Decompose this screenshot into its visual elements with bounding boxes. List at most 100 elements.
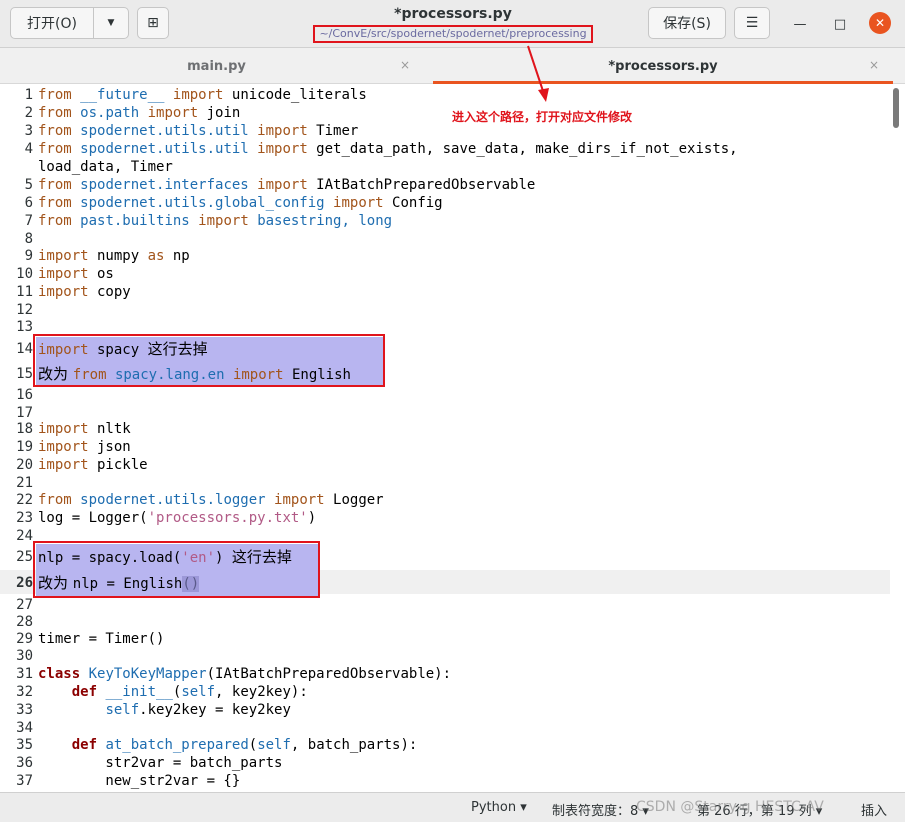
- new-document-icon: ⊞: [147, 15, 159, 31]
- window-title: *processors.py: [394, 6, 512, 22]
- tab-label: *processors.py: [608, 58, 718, 74]
- line-number: 11: [16, 284, 33, 300]
- code-token: json: [88, 439, 131, 455]
- code-token: .key2key = key2key: [139, 702, 291, 718]
- code-token: import: [38, 248, 89, 264]
- code-token: from: [38, 195, 72, 211]
- line-number: 20: [16, 457, 33, 473]
- code-token: import: [38, 439, 89, 455]
- code-token: log = Logger(: [38, 510, 148, 526]
- hamburger-menu-icon: ☰: [745, 15, 759, 31]
- line-number: 8: [24, 231, 33, 247]
- line-number: 7: [24, 213, 33, 229]
- maximize-button[interactable]: □: [830, 14, 850, 34]
- line-number: 15: [16, 366, 33, 382]
- red-highlight-box: [33, 334, 385, 387]
- red-highlight-box: [33, 541, 320, 598]
- code-token: KeyToKeyMapper: [88, 666, 207, 682]
- code-token: self: [105, 702, 140, 718]
- line-number: 28: [16, 614, 33, 630]
- vertical-scrollbar[interactable]: [893, 88, 899, 128]
- code-token: os: [88, 266, 114, 282]
- line-number: 31: [16, 666, 33, 682]
- tab-bar: main.py × *processors.py ×: [0, 48, 905, 84]
- tab-close-icon[interactable]: ×: [869, 58, 879, 72]
- language-selector[interactable]: Python ▾: [471, 800, 527, 815]
- save-button[interactable]: 保存(S): [648, 7, 726, 39]
- close-window-button[interactable]: ✕: [869, 12, 891, 34]
- code-token: np: [164, 248, 190, 264]
- header-bar: 打开(O) ▼ ⊞ *processors.py ~/ConvE/src/spo…: [0, 0, 905, 48]
- code-token: at_batch_prepared: [105, 737, 249, 753]
- code-token: (IAtBatchPreparedObservable):: [206, 666, 452, 682]
- window-title-area: *processors.py ~/ConvE/src/spodernet/spo…: [300, 6, 606, 43]
- code-token: import: [257, 141, 308, 157]
- code-token: new_str2var = {}: [38, 773, 241, 789]
- tab-label: main.py: [187, 58, 246, 74]
- code-token: past.builtins: [80, 213, 190, 229]
- line-number: 6: [24, 195, 33, 211]
- code-token: from: [38, 123, 72, 139]
- code-token: import: [147, 105, 199, 121]
- code-token: load_data, Timer: [38, 159, 173, 175]
- code-token: Timer: [307, 123, 359, 139]
- close-icon: ✕: [874, 16, 886, 30]
- code-token: str2var = batch_parts: [38, 755, 283, 771]
- line-number: 34: [16, 720, 33, 736]
- code-token: get_data_path, save_data, make_dirs_if_n…: [307, 141, 738, 157]
- tab-processors-py[interactable]: *processors.py ×: [433, 48, 893, 84]
- hamburger-menu-button[interactable]: ☰: [734, 7, 770, 39]
- minimize-button[interactable]: —: [790, 14, 810, 34]
- line-number: 24: [16, 528, 33, 544]
- save-button-label: 保存(S): [663, 16, 711, 32]
- code-token: nltk: [88, 421, 131, 437]
- open-button-label: 打开(O): [27, 16, 77, 32]
- code-token: 'processors.py.txt': [147, 510, 308, 526]
- new-tab-button[interactable]: ⊞: [137, 7, 169, 39]
- code-token: spodernet.utils.global_config: [80, 195, 325, 211]
- code-token: import: [198, 213, 249, 229]
- line-number: 3: [24, 123, 33, 139]
- tab-main-py[interactable]: main.py ×: [0, 48, 433, 84]
- line-number: 37: [16, 773, 33, 789]
- tab-close-icon[interactable]: ×: [400, 58, 410, 72]
- maximize-icon: □: [833, 16, 847, 32]
- open-recent-dropdown-button[interactable]: ▼: [93, 7, 129, 39]
- insert-mode-indicator: 插入: [861, 804, 888, 819]
- code-token: self: [181, 684, 216, 700]
- code-token: numpy: [88, 248, 148, 264]
- code-token: os.path: [80, 105, 140, 121]
- code-token: import: [38, 284, 89, 300]
- line-number: 29: [16, 631, 33, 647]
- code-token: __init__: [105, 684, 173, 700]
- line-number: 13: [16, 319, 33, 335]
- code-token: import: [257, 177, 308, 193]
- code-editor[interactable]: 1 from __future__ import unicode_literals…: [0, 84, 905, 792]
- line-number: 30: [16, 648, 33, 664]
- open-button[interactable]: 打开(O): [10, 7, 94, 39]
- line-number: 9: [24, 248, 33, 264]
- line-number: 2: [24, 105, 33, 121]
- tab-width-selector[interactable]: 制表符宽度：8 ▾: [552, 800, 649, 819]
- line-number: 19: [16, 439, 33, 455]
- code-token: pickle: [88, 457, 148, 473]
- line-number: 10: [16, 266, 33, 282]
- code-token: from: [38, 492, 72, 508]
- code-token: copy: [88, 284, 131, 300]
- line-number: 22: [16, 492, 33, 508]
- code-token: __future__: [80, 87, 165, 103]
- code-token: IAtBatchPreparedObservable: [307, 177, 536, 193]
